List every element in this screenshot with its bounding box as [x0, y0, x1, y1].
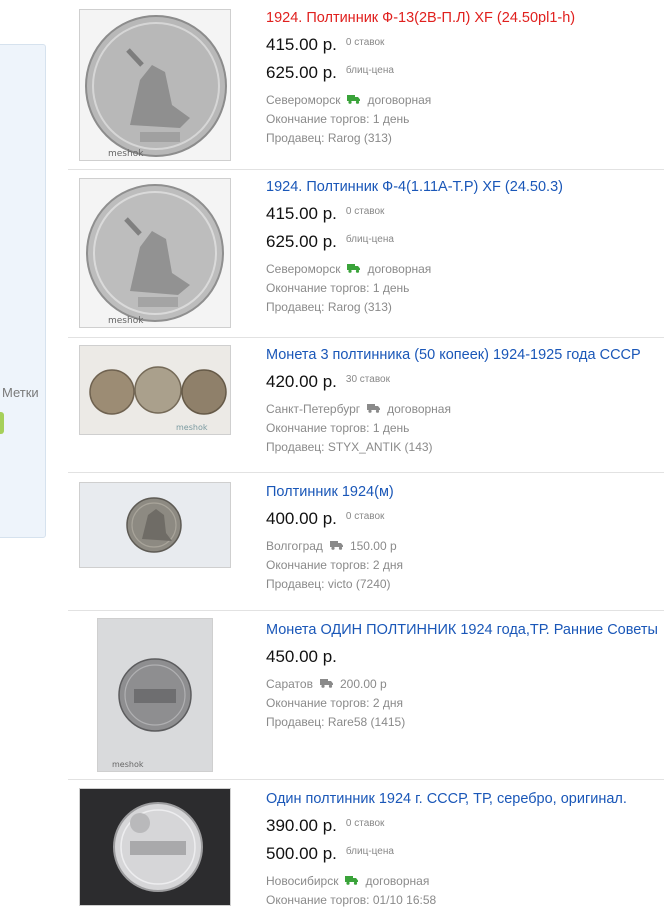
city: Волгоград [266, 539, 323, 553]
seller-info[interactable]: Продавец: Rare58 (1415) [266, 713, 664, 732]
coin-image: meshok [80, 346, 230, 434]
auction-end: Окончание торгов: 01/10 16:58 [266, 893, 437, 907]
blitz-price: 625.00 р. [266, 232, 337, 251]
city: Североморск [266, 262, 341, 276]
seller-info[interactable]: Продавец: STYX_ANTIK (143) [266, 438, 664, 457]
watermark: meshok [176, 423, 208, 432]
coin-thumbnail[interactable] [79, 788, 231, 906]
listing-item: meshok Монета ОДИН ПОЛТИННИК 1924 года,Т… [68, 610, 664, 780]
coin-image [80, 483, 230, 567]
coin-thumbnail[interactable]: meshok [97, 618, 213, 772]
truck-icon-gray [319, 675, 334, 694]
bid-count: 0 ставок [345, 37, 385, 48]
seller-info[interactable]: Продавец: Rarog (313) [266, 298, 664, 317]
current-price: 400.00 р. [266, 509, 337, 528]
city: Североморск [266, 93, 341, 107]
auction-end: Окончание торгов: 2 дня [266, 696, 403, 710]
watermark: meshok [108, 149, 144, 159]
blitz-label: блиц-цена [345, 234, 394, 245]
tags-label: Метки [2, 385, 39, 400]
coin-image: meshok [98, 619, 212, 771]
city: Саратов [266, 677, 313, 691]
watermark: meshok [112, 760, 144, 769]
filter-sidebar [0, 44, 46, 538]
listing-item: Полтинник 1924(м) 400.00 р. 0 ставок Вол… [68, 472, 664, 611]
truck-icon-green [347, 91, 361, 110]
delivery-info: договорная [365, 874, 430, 888]
seller-info[interactable]: Продавец: Rarog (313) [266, 129, 664, 148]
listing-title-link[interactable]: Один полтинник 1924 г. СССР, ТР, серебро… [266, 790, 664, 808]
auction-end: Окончание торгов: 1 день [266, 281, 410, 295]
auction-end: Окончание торгов: 2 дня [266, 558, 403, 572]
delivery-info: договорная [367, 262, 432, 276]
current-price: 390.00 р. [266, 816, 337, 835]
coin-thumbnail[interactable]: meshok [79, 9, 231, 161]
bid-count: 0 ставок [345, 511, 385, 522]
auction-end: Окончание торгов: 1 день [266, 421, 410, 435]
watermark: meshok [108, 316, 144, 326]
delivery-info: 150.00 р [349, 539, 397, 553]
coin-image: meshok [80, 179, 230, 327]
blitz-price: 625.00 р. [266, 63, 337, 82]
truck-icon-gray [367, 400, 381, 419]
blitz-price: 500.00 р. [266, 844, 337, 863]
bid-count: 0 ставок [345, 818, 385, 829]
coin-image [80, 789, 230, 905]
bid-count: 30 ставок [345, 374, 390, 385]
sidebar-apply-button[interactable] [0, 412, 4, 434]
coin-image: meshok [80, 10, 230, 160]
delivery-info: 200.00 р [339, 677, 387, 691]
bid-count: 0 ставок [345, 206, 385, 217]
blitz-label: блиц-цена [345, 846, 394, 857]
listing-title-link[interactable]: 1924. Полтинник Ф-13(2В-П.Л) XF (24.50pl… [266, 9, 664, 27]
listing-item: Один полтинник 1924 г. СССР, ТР, серебро… [68, 779, 664, 919]
seller-info[interactable]: Продавец: victo (7240) [266, 575, 664, 594]
listing-title-link[interactable]: 1924. Полтинник Ф-4(1.11А-Т.Р) XF (24.50… [266, 178, 664, 196]
coin-thumbnail[interactable]: meshok [79, 345, 231, 435]
truck-icon-green [347, 260, 361, 279]
city: Новосибирск [266, 874, 339, 888]
current-price: 415.00 р. [266, 35, 337, 54]
listing-item: meshok 1924. Полтинник Ф-4(1.11А-Т.Р) XF… [68, 169, 664, 338]
truck-icon-gray [329, 537, 344, 556]
city: Санкт-Петербург [266, 402, 361, 416]
listing-item: meshok Монета 3 полтинника (50 копеек) 1… [68, 337, 664, 473]
blitz-label: блиц-цена [345, 65, 394, 76]
coin-thumbnail[interactable]: meshok [79, 178, 231, 328]
delivery-info: договорная [387, 402, 451, 416]
current-price: 415.00 р. [266, 204, 337, 223]
current-price: 450.00 р. [266, 647, 337, 666]
coin-thumbnail[interactable] [79, 482, 231, 568]
delivery-info: договорная [367, 93, 432, 107]
listing-item: meshok 1924. Полтинник Ф-13(2В-П.Л) XF (… [68, 0, 664, 170]
listing-title-link[interactable]: Монета 3 полтинника (50 копеек) 1924-192… [266, 346, 664, 364]
auction-end: Окончание торгов: 1 день [266, 112, 410, 126]
listing-title-link[interactable]: Монета ОДИН ПОЛТИННИК 1924 года,ТР. Ранн… [266, 621, 664, 639]
listing-title-link[interactable]: Полтинник 1924(м) [266, 483, 664, 501]
current-price: 420.00 р. [266, 372, 337, 391]
truck-icon-green [345, 872, 359, 891]
